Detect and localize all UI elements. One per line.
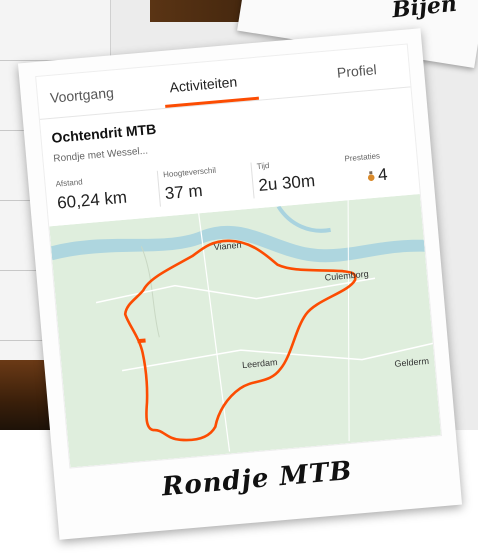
tab-voortgang[interactable]: Voortgang — [49, 84, 114, 106]
distance-value: 60,24 km — [56, 187, 128, 213]
activity-title[interactable]: Ochtendrit MTB — [51, 121, 157, 146]
elevation-value: 37 m — [164, 180, 204, 204]
elevation-label: Hoogteverschil — [162, 165, 217, 180]
stat-divider — [156, 170, 161, 207]
app-screenshot: Voortgang Activiteiten Profiel Ochtendri… — [35, 43, 443, 469]
tab-profiel[interactable]: Profiel — [336, 61, 377, 80]
achievements-value: 4 — [377, 164, 389, 185]
route-map[interactable]: Vianen Culemborg Leerdam Gelderm — [49, 193, 441, 468]
active-tab-indicator — [165, 96, 260, 108]
distance-label: Afstand — [55, 177, 84, 189]
time-value: 2u 30m — [257, 171, 316, 195]
medal-icon — [367, 171, 375, 181]
polaroid-card: Voortgang Activiteiten Profiel Ochtendri… — [17, 28, 463, 540]
stat-divider — [250, 162, 255, 199]
tab-activiteiten[interactable]: Activiteiten — [169, 74, 238, 96]
activity-description: Rondje met Wessel... — [52, 145, 149, 165]
achievements-label: Prestaties — [344, 151, 381, 164]
time-label: Tijd — [256, 161, 270, 172]
